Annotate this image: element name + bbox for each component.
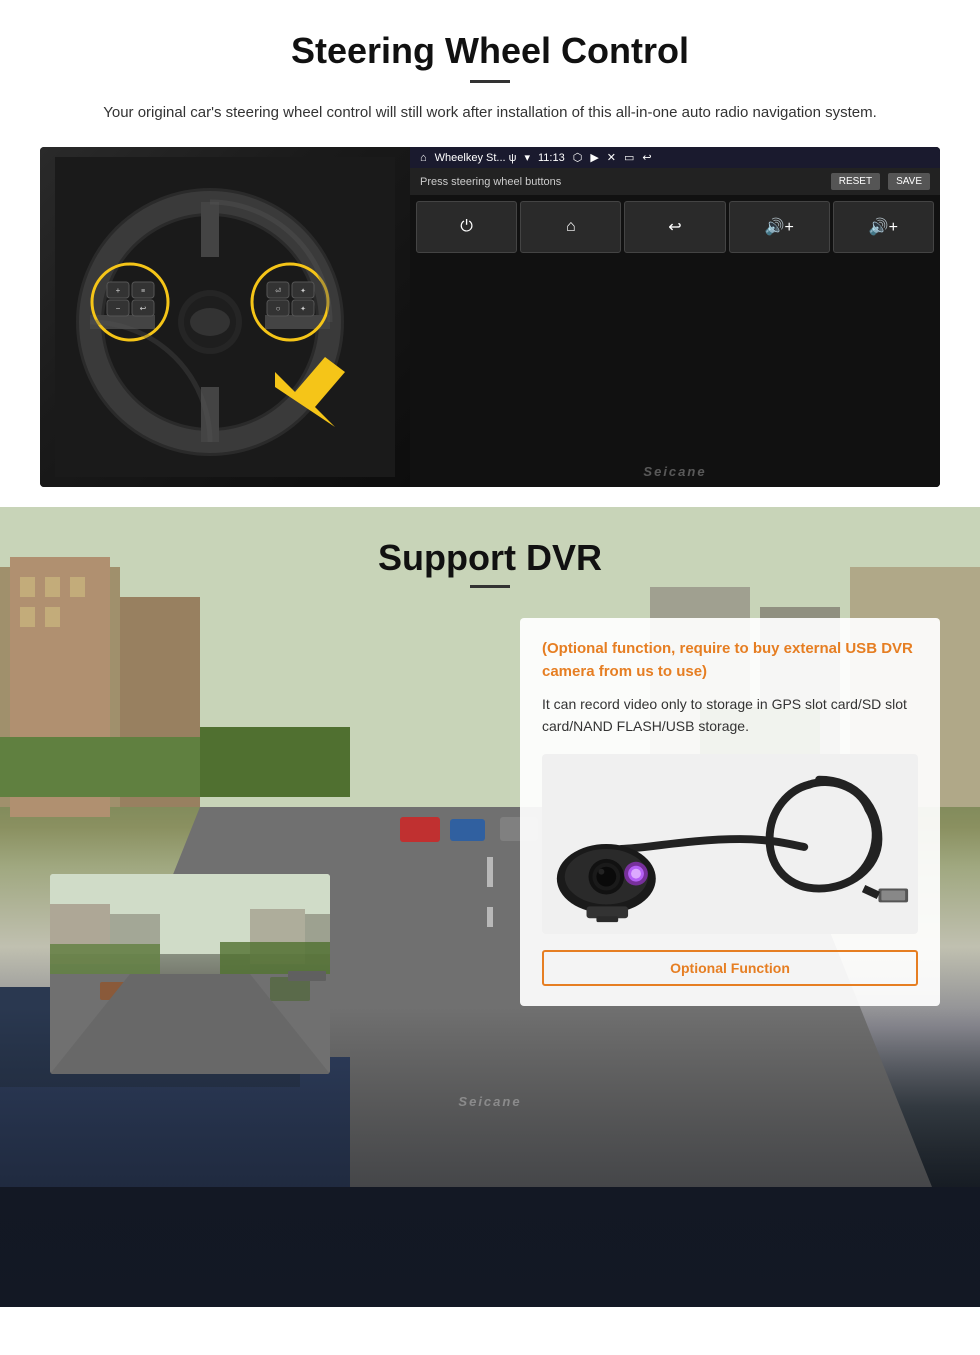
hu-controls-grid: ⏻ ⌂ ↩ 🔊+ 🔊+ <box>410 195 940 487</box>
steering-section: Steering Wheel Control Your original car… <box>0 0 980 507</box>
hu-ctrl-power[interactable]: ⏻ <box>416 201 517 253</box>
dvr-optional-text: (Optional function, require to buy exter… <box>542 638 918 683</box>
hu-ctrl-vol-up-2[interactable]: 🔊+ <box>833 201 934 253</box>
dvr-dashcam-screenshot <box>50 874 330 1074</box>
hu-x-icon: ✕ <box>607 151 616 164</box>
hu-ctrl-vol-up-1[interactable]: 🔊+ <box>729 201 830 253</box>
hu-prompt: Press steering wheel buttons <box>420 176 823 188</box>
steering-watermark: Seicane <box>410 464 940 479</box>
svg-text:✦: ✦ <box>300 305 306 313</box>
hu-ctrl-back[interactable]: ↩ <box>624 201 725 253</box>
svg-text:≡: ≡ <box>141 288 145 295</box>
hu-save-button[interactable]: SAVE <box>888 173 930 190</box>
dvr-title: Support DVR <box>40 537 940 579</box>
dashcam-footage-svg <box>50 874 330 1074</box>
dvr-info-card: (Optional function, require to buy exter… <box>520 618 940 1006</box>
steering-description: Your original car's steering wheel contr… <box>40 101 940 125</box>
svg-text:○: ○ <box>276 304 281 313</box>
hu-wifi-icon: ▾ <box>524 151 530 164</box>
steering-title-underline <box>470 80 510 83</box>
dvr-optional-badge: Optional Function <box>542 950 918 986</box>
dvr-description: It can record video only to storage in G… <box>542 693 918 738</box>
hu-reset-button[interactable]: RESET <box>831 173 880 190</box>
hu-statusbar: ⌂ Wheelkey St... ψ ▾ 11:13 ⬡ ▶ ✕ ▭ ↩ <box>410 147 940 168</box>
steering-wheel-photo: + − ≡ ↩ ⏎ ○ ✦ ✦ <box>40 147 410 487</box>
hu-screen-icon: ▭ <box>624 151 634 164</box>
steering-title: Steering Wheel Control <box>40 30 940 72</box>
dvr-title-underline <box>470 585 510 588</box>
hu-ctrl-home[interactable]: ⌂ <box>520 201 621 253</box>
steering-wheel-svg: + − ≡ ↩ ⏎ ○ ✦ ✦ <box>55 157 395 477</box>
dvr-left-column <box>40 618 500 1074</box>
svg-text:−: − <box>116 304 121 313</box>
hu-home-icon: ⌂ <box>420 152 427 164</box>
svg-text:✦: ✦ <box>300 287 306 295</box>
hu-time: 11:13 <box>538 152 565 164</box>
svg-text:+: + <box>116 286 121 295</box>
head-unit-ui: ⌂ Wheelkey St... ψ ▾ 11:13 ⬡ ▶ ✕ ▭ ↩ Pre… <box>410 147 940 487</box>
dvr-camera-svg <box>542 759 918 929</box>
dvr-camera-image <box>542 754 918 934</box>
hu-camera-icon: ⬡ <box>573 151 583 164</box>
dvr-section: Support DVR <box>0 507 980 1307</box>
hu-back-icon: ↩ <box>642 151 651 164</box>
svg-text:⏎: ⏎ <box>275 287 281 295</box>
dvr-content: Support DVR <box>0 507 980 1149</box>
hu-label-row: Press steering wheel buttons RESET SAVE <box>410 168 940 195</box>
svg-text:↩: ↩ <box>140 304 147 313</box>
dvr-layout: (Optional function, require to buy exter… <box>40 618 940 1074</box>
hu-app-title: Wheelkey St... ψ <box>435 152 517 164</box>
dvr-watermark: Seicane <box>40 1094 940 1109</box>
steering-composite-image: + − ≡ ↩ ⏎ ○ ✦ ✦ <box>40 147 940 487</box>
hu-volume-icon: ▶ <box>590 151 598 164</box>
